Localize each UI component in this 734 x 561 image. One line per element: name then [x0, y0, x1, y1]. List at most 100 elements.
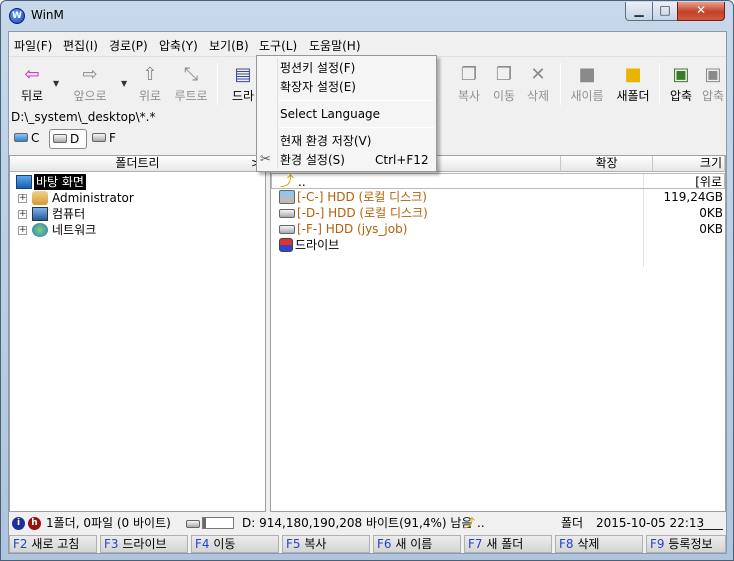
drive-d-icon	[53, 134, 67, 143]
file-name: ..	[298, 175, 306, 189]
fkey-key: F8	[559, 537, 574, 551]
drive-c[interactable]: C	[11, 129, 47, 149]
fkey-label: 새 폴더	[486, 537, 524, 551]
extract-button[interactable]: ▣ 압축	[699, 61, 727, 109]
file-row-drives[interactable]: 드라이브	[271, 237, 725, 253]
fkey-f3[interactable]: F3 드라이브	[100, 535, 188, 553]
drive-f-label: F	[109, 131, 116, 145]
disk-usage-bar	[202, 517, 234, 529]
compress-button[interactable]: ▣ 압축	[661, 61, 701, 109]
toolbar-separator	[659, 63, 660, 105]
delete-button[interactable]: ✕ 삭제	[515, 61, 561, 109]
fkey-f5[interactable]: F5 복사	[282, 535, 370, 553]
rename-label: 새이름	[570, 89, 604, 103]
drive-d-label: D	[70, 132, 80, 146]
up-button[interactable]: ⇧ 위로	[127, 61, 173, 109]
minimize-button[interactable]: ▁	[625, 2, 653, 21]
disk-free-text: D: 914,180,190,208 바이트(91,4%) 남음	[242, 516, 473, 530]
folder-tree-pane[interactable]: 폴더트리 > 바탕 화면 + Administrator + 컴퓨터 + 네트워…	[9, 155, 266, 512]
close-button[interactable]: ✕	[677, 2, 725, 21]
app-icon[interactable]: W	[9, 8, 25, 24]
tree-item-administrator[interactable]: + Administrator	[10, 190, 265, 206]
tree-item-label: 바탕 화면	[34, 174, 86, 190]
menu-compress[interactable]: 압축(Y)	[159, 37, 198, 54]
fkey-key: F2	[13, 537, 28, 551]
menu-item-save-env[interactable]: 현재 환경 저장(V)	[257, 131, 436, 151]
menu-edit[interactable]: 편집(I)	[63, 37, 98, 54]
rename-folder-icon: ■	[578, 64, 596, 85]
menu-item-extensions[interactable]: 확장자 설정(E)	[257, 77, 436, 97]
back-button[interactable]: ⇦ 뒤로	[9, 61, 55, 109]
fkey-f6[interactable]: F6 새 이름	[373, 535, 461, 553]
menu-item-settings[interactable]: ✂ 환경 설정(S) Ctrl+F12	[257, 150, 436, 170]
fkey-label: 새로 고침	[31, 537, 80, 551]
drives-icon	[279, 238, 293, 252]
forward-arrow-icon: ⇨	[82, 64, 98, 85]
expand-icon[interactable]: +	[18, 194, 27, 203]
back-dropdown-icon[interactable]: ▼	[53, 79, 59, 88]
back-label: 뒤로	[20, 89, 44, 103]
compress-label: 압축	[669, 89, 693, 103]
computer-icon	[32, 207, 48, 221]
root-button[interactable]: ⤡ 루트로	[168, 61, 214, 109]
drive-c-icon	[14, 133, 28, 142]
up-folder-icon[interactable]: ⤴	[463, 514, 475, 532]
fkey-key: F7	[468, 537, 483, 551]
fkey-f9[interactable]: F9 등록정보	[646, 535, 726, 553]
folder-tree-header[interactable]: 폴더트리 >	[10, 156, 265, 172]
title-bar[interactable]: W WinM ▁ □ ✕	[1, 1, 733, 31]
disk-icon	[186, 520, 200, 528]
file-list-pane[interactable]: 확장 크기 ⤴ .. [위로 [-C-] HDD (로컬 디스크) 119,24…	[270, 155, 726, 512]
file-row-parent[interactable]: ⤴ .. [위로	[271, 173, 725, 189]
tree-item-network[interactable]: + 네트워크	[10, 222, 265, 238]
fkey-label: 드라이브	[122, 537, 167, 551]
fkey-f8[interactable]: F8 삭제	[555, 535, 643, 553]
tree-item-desktop[interactable]: 바탕 화면	[10, 174, 265, 190]
fkey-key: F3	[104, 537, 119, 551]
drive-f[interactable]: F	[89, 129, 123, 149]
menu-path[interactable]: 경로(P)	[109, 37, 148, 54]
menu-help[interactable]: 도움말(H)	[309, 37, 361, 54]
menu-item-select-language[interactable]: Select Language	[257, 104, 436, 124]
column-header-ext[interactable]: 확장	[561, 156, 653, 172]
fkey-key: F6	[377, 537, 392, 551]
fkey-f4[interactable]: F4 이동	[191, 535, 279, 553]
fkey-key: F5	[286, 537, 301, 551]
file-row-drive-f[interactable]: [-F-] HDD (jys_job) 0KB	[271, 221, 725, 237]
drive-d[interactable]: D	[49, 129, 87, 149]
file-row-drive-c[interactable]: [-C-] HDD (로컬 디스크) 119,24GB	[271, 189, 725, 205]
file-row-drive-d[interactable]: [-D-] HDD (로컬 디스크) 0KB	[271, 205, 725, 221]
expand-icon[interactable]: +	[18, 210, 27, 219]
tree-item-label: 컴퓨터	[52, 207, 86, 221]
root-label: 루트로	[174, 89, 208, 103]
status-counts: 1폴더, 0파일 (0 바이트)	[46, 516, 171, 530]
rename-button[interactable]: ■ 새이름	[564, 61, 610, 109]
forward-button[interactable]: ⇨ 앞으로	[67, 61, 113, 109]
menu-tools[interactable]: 도구(L)	[259, 37, 297, 54]
fkey-f2[interactable]: F2 새로 고침	[9, 535, 97, 553]
expand-icon[interactable]: +	[18, 226, 27, 235]
app-window: W WinM ▁ □ ✕ 파일(F) 편집(I) 경로(P) 압축(Y) 보기(…	[0, 0, 734, 561]
file-size: 119,24GB	[663, 190, 723, 204]
menu-item-function-keys[interactable]: 펑션키 설정(F)	[257, 58, 436, 78]
status-up-label: ..	[477, 516, 485, 530]
file-name: 드라이브	[295, 238, 340, 252]
compress-icon: ▣	[672, 64, 690, 85]
copy-icon: ❐	[460, 64, 478, 85]
menu-view[interactable]: 보기(B)	[209, 37, 249, 54]
tree-item-computer[interactable]: + 컴퓨터	[10, 206, 265, 222]
fkey-label: 복사	[304, 537, 327, 551]
toolbar-separator	[560, 63, 561, 105]
up-label: 위로	[138, 89, 162, 103]
fkey-key: F9	[650, 537, 665, 551]
drive-c-label: C	[31, 131, 40, 145]
file-size: 0KB	[699, 206, 723, 220]
disk-usage-fill	[203, 518, 206, 528]
maximize-button[interactable]: □	[652, 2, 678, 21]
window-title: WinM	[31, 8, 64, 22]
new-folder-button[interactable]: ■ 새폴더	[610, 61, 656, 109]
column-header-size[interactable]: 크기	[653, 156, 725, 172]
menu-file[interactable]: 파일(F)	[14, 37, 52, 54]
fkey-f7[interactable]: F7 새 폴더	[464, 535, 552, 553]
desktop-icon	[16, 175, 32, 189]
